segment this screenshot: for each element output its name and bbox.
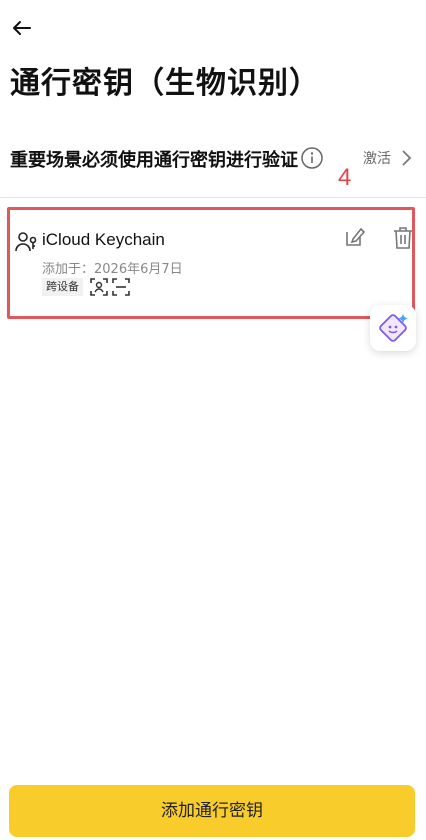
add-passkey-button[interactable]: 添加通行密钥 xyxy=(9,785,415,837)
passkey-name: iCloud Keychain xyxy=(42,230,165,249)
trash-icon[interactable] xyxy=(392,226,414,250)
scan-icon xyxy=(112,278,130,296)
user-key-icon xyxy=(15,232,37,252)
passkey-requirement-row[interactable]: 重要场景必须使用通行密钥进行验证 激活 xyxy=(0,136,426,180)
assistant-icon xyxy=(379,314,408,342)
edit-icon[interactable] xyxy=(344,226,366,248)
assistant-float-button[interactable] xyxy=(370,305,416,351)
info-icon[interactable] xyxy=(300,146,324,170)
divider xyxy=(0,197,426,198)
page-title: 通行密钥（生物识别） xyxy=(10,66,320,101)
step-number-annotation: 4 xyxy=(338,164,352,191)
face-id-icon xyxy=(90,278,108,296)
back-arrow-icon[interactable] xyxy=(8,14,36,42)
activate-label: 激活 xyxy=(363,151,391,167)
added-date: 添加于：2026年6月7日 xyxy=(42,262,183,277)
setting-label: 重要场景必须使用通行密钥进行验证 xyxy=(10,150,298,171)
passkey-card[interactable]: iCloud Keychain 添加于：2026年6月7日 跨设备 xyxy=(7,207,415,319)
cross-device-tag: 跨设备 xyxy=(42,278,83,296)
chevron-right-icon xyxy=(402,150,412,166)
